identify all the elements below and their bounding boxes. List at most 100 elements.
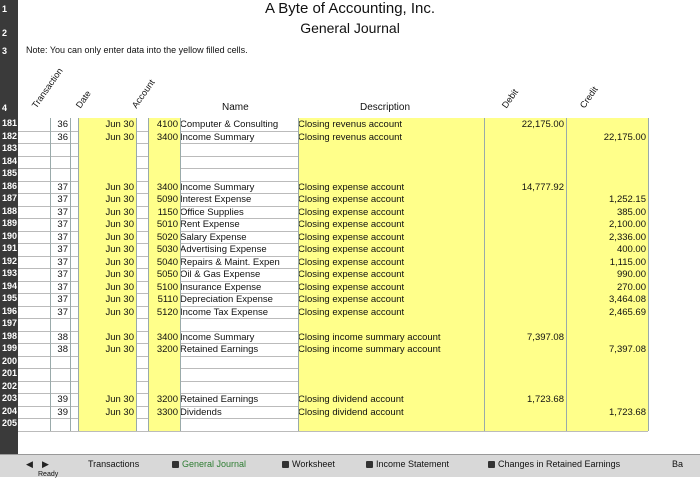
- cell-acct[interactable]: 1150: [148, 207, 180, 218]
- cell-tx[interactable]: 36: [50, 132, 70, 143]
- cell-desc[interactable]: Closing revenus account: [298, 132, 484, 143]
- cell-acct[interactable]: [148, 144, 180, 155]
- cell-tx[interactable]: 37: [50, 182, 70, 193]
- cell-date[interactable]: Jun 30: [78, 394, 136, 405]
- cell-desc[interactable]: [298, 382, 484, 393]
- cell-credit[interactable]: [566, 382, 648, 393]
- row-number[interactable]: 198: [0, 331, 18, 342]
- cell-credit[interactable]: 385.00: [566, 207, 648, 218]
- cell-date[interactable]: Jun 30: [78, 182, 136, 193]
- row-number[interactable]: 4: [0, 103, 18, 114]
- cell-debit[interactable]: [484, 369, 566, 380]
- cell-name[interactable]: [180, 144, 298, 155]
- row-number[interactable]: 192: [0, 256, 18, 267]
- cell-credit[interactable]: 270.00: [566, 282, 648, 293]
- cell-debit[interactable]: [484, 419, 566, 430]
- next-sheet-icon[interactable]: ▶: [42, 459, 49, 470]
- cell-name[interactable]: [180, 369, 298, 380]
- row-number[interactable]: 203: [0, 393, 18, 404]
- cell-name[interactable]: [180, 419, 298, 430]
- cell-tx[interactable]: 38: [50, 332, 70, 343]
- cell-debit[interactable]: [484, 207, 566, 218]
- cell-debit[interactable]: [484, 169, 566, 180]
- cell-desc[interactable]: Closing expense account: [298, 294, 484, 305]
- cell-desc[interactable]: Closing expense account: [298, 182, 484, 193]
- cell-acct[interactable]: 5090: [148, 194, 180, 205]
- cell-desc[interactable]: [298, 369, 484, 380]
- cell-tx[interactable]: 37: [50, 219, 70, 230]
- cell-credit[interactable]: [566, 332, 648, 343]
- prev-sheet-icon[interactable]: ◀: [26, 459, 33, 470]
- cell-name[interactable]: Oil & Gas Expense: [180, 269, 298, 280]
- cell-date[interactable]: Jun 30: [78, 244, 136, 255]
- cell-acct[interactable]: 5040: [148, 257, 180, 268]
- cell-desc[interactable]: [298, 419, 484, 430]
- cell-date[interactable]: [78, 144, 136, 155]
- cell-acct[interactable]: 5100: [148, 282, 180, 293]
- cell-desc[interactable]: Closing expense account: [298, 244, 484, 255]
- cell-name[interactable]: Retained Earnings: [180, 394, 298, 405]
- cell-date[interactable]: Jun 30: [78, 194, 136, 205]
- cell-name[interactable]: [180, 157, 298, 168]
- cell-date[interactable]: [78, 169, 136, 180]
- cell-tx[interactable]: [50, 169, 70, 180]
- cell-name[interactable]: Repairs & Maint. Expen: [180, 257, 298, 268]
- cell-acct[interactable]: 5020: [148, 232, 180, 243]
- cell-desc[interactable]: [298, 144, 484, 155]
- cell-desc[interactable]: Closing expense account: [298, 194, 484, 205]
- cell-credit[interactable]: 1,115.00: [566, 257, 648, 268]
- cell-acct[interactable]: [148, 419, 180, 430]
- cell-debit[interactable]: [484, 257, 566, 268]
- cell-acct[interactable]: 4100: [148, 119, 180, 130]
- cell-desc[interactable]: [298, 357, 484, 368]
- row-number[interactable]: 184: [0, 156, 18, 167]
- cell-desc[interactable]: Closing expense account: [298, 307, 484, 318]
- cell-credit[interactable]: [566, 369, 648, 380]
- cell-date[interactable]: Jun 30: [78, 407, 136, 418]
- cell-date[interactable]: [78, 369, 136, 380]
- cell-credit[interactable]: 2,336.00: [566, 232, 648, 243]
- cell-acct[interactable]: [148, 169, 180, 180]
- cell-acct[interactable]: 5010: [148, 219, 180, 230]
- cell-credit[interactable]: [566, 394, 648, 405]
- cell-desc[interactable]: Closing expense account: [298, 269, 484, 280]
- cell-acct[interactable]: 5050: [148, 269, 180, 280]
- cell-name[interactable]: Retained Earnings: [180, 344, 298, 355]
- cell-credit[interactable]: [566, 419, 648, 430]
- cell-tx[interactable]: 37: [50, 194, 70, 205]
- cell-name[interactable]: Income Summary: [180, 182, 298, 193]
- cell-name[interactable]: [180, 319, 298, 330]
- cell-desc[interactable]: Closing income summary account: [298, 332, 484, 343]
- cell-tx[interactable]: 36: [50, 119, 70, 130]
- row-number[interactable]: 199: [0, 343, 18, 354]
- cell-credit[interactable]: [566, 319, 648, 330]
- cell-date[interactable]: Jun 30: [78, 207, 136, 218]
- cell-name[interactable]: [180, 169, 298, 180]
- row-number[interactable]: 202: [0, 381, 18, 392]
- row-number[interactable]: 194: [0, 281, 18, 292]
- cell-tx[interactable]: 39: [50, 394, 70, 405]
- cell-name[interactable]: Dividends: [180, 407, 298, 418]
- cell-debit[interactable]: 14,777.92: [484, 182, 566, 193]
- cell-acct[interactable]: [148, 369, 180, 380]
- cell-debit[interactable]: [484, 232, 566, 243]
- row-number[interactable]: 196: [0, 306, 18, 317]
- cell-tx[interactable]: [50, 357, 70, 368]
- cell-desc[interactable]: [298, 157, 484, 168]
- cell-tx[interactable]: 37: [50, 269, 70, 280]
- cell-date[interactable]: Jun 30: [78, 294, 136, 305]
- cell-name[interactable]: Depreciation Expense: [180, 294, 298, 305]
- cell-date[interactable]: Jun 30: [78, 269, 136, 280]
- cell-date[interactable]: [78, 419, 136, 430]
- cell-name[interactable]: [180, 382, 298, 393]
- cell-credit[interactable]: 2,465.69: [566, 307, 648, 318]
- cell-tx[interactable]: [50, 419, 70, 430]
- cell-acct[interactable]: [148, 357, 180, 368]
- tab-transactions[interactable]: Transactions: [88, 459, 139, 469]
- cell-name[interactable]: Rent Expense: [180, 219, 298, 230]
- row-number[interactable]: 189: [0, 218, 18, 229]
- cell-date[interactable]: Jun 30: [78, 219, 136, 230]
- row-number[interactable]: 193: [0, 268, 18, 279]
- cell-credit[interactable]: 22,175.00: [566, 132, 648, 143]
- cell-credit[interactable]: [566, 182, 648, 193]
